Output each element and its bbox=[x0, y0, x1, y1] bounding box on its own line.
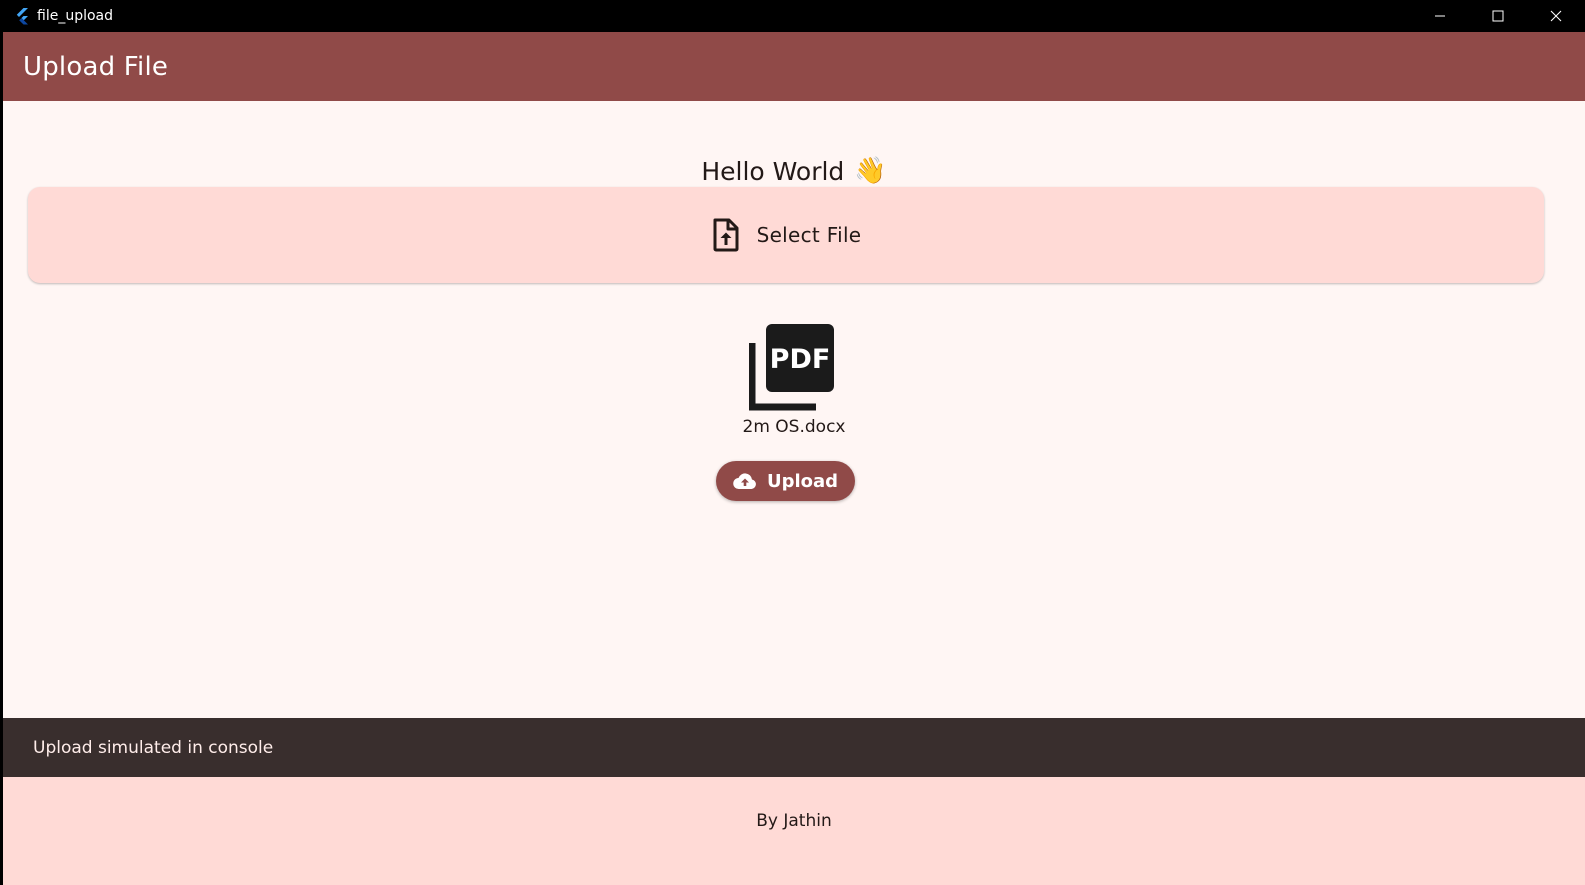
page-title: Upload File bbox=[23, 51, 169, 82]
close-icon bbox=[1550, 10, 1562, 22]
pdf-file-icon: PDF bbox=[749, 324, 834, 411]
close-button[interactable] bbox=[1527, 0, 1585, 32]
upload-button-label: Upload bbox=[766, 470, 839, 492]
greeting-text: Hello World bbox=[701, 156, 845, 186]
maximize-button[interactable] bbox=[1469, 0, 1527, 32]
selected-file-name: 2m OS.docx bbox=[742, 417, 846, 437]
waving-hand-icon: 👋 bbox=[854, 156, 887, 186]
footer-credit: By Jathin bbox=[756, 811, 832, 831]
snackbar-message: Upload simulated in console bbox=[33, 737, 274, 758]
window-controls bbox=[1411, 0, 1585, 32]
greeting-heading: Hello World 👋 bbox=[3, 154, 1585, 188]
minimize-icon bbox=[1435, 15, 1445, 17]
minimize-button[interactable] bbox=[1411, 0, 1469, 32]
flutter-logo-icon bbox=[13, 7, 31, 25]
selected-file-preview: PDF 2m OS.docx bbox=[3, 321, 1585, 437]
footer: By Jathin bbox=[3, 777, 1585, 885]
cloud-upload-icon bbox=[733, 473, 756, 490]
upload-button[interactable]: Upload bbox=[716, 461, 855, 501]
window-titlebar[interactable]: file_upload bbox=[0, 0, 1585, 32]
select-file-label: Select File bbox=[756, 223, 862, 247]
pdf-icon-text: PDF bbox=[770, 344, 831, 375]
snackbar: Upload simulated in console bbox=[3, 718, 1585, 777]
app-content: Upload File Hello World 👋 Select File PD… bbox=[3, 32, 1585, 885]
file-upload-icon bbox=[713, 218, 739, 252]
maximize-icon bbox=[1492, 10, 1504, 22]
app-window: file_upload Upload File Hello World 👋 Se… bbox=[0, 0, 1585, 885]
window-title: file_upload bbox=[37, 8, 114, 24]
select-file-button[interactable]: Select File bbox=[28, 187, 1544, 283]
app-bar: Upload File bbox=[3, 32, 1585, 101]
